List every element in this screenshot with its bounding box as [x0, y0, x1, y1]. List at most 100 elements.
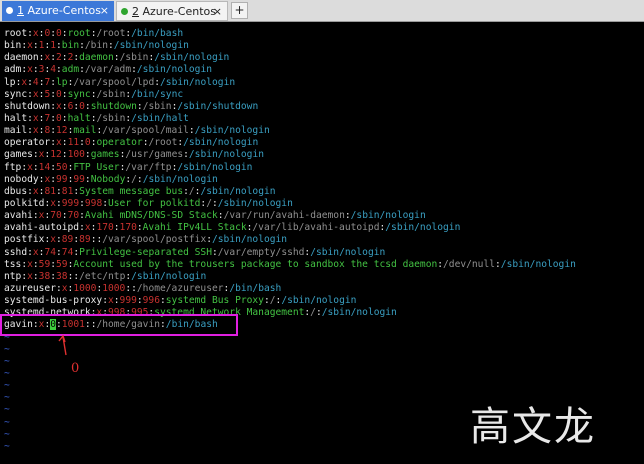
passwd-user: shutdown [4, 100, 51, 112]
passwd-home: /var/lib/avahi-autoipd [252, 222, 380, 234]
passwd-user: daemon [4, 52, 39, 64]
passwd-uid: 11 [67, 137, 80, 149]
passwd-gid: 170 [119, 222, 137, 234]
passwd-user: tss [4, 258, 22, 270]
passwd-uid: 170 [96, 222, 114, 234]
passwd-shell: /sbin/nologin [281, 295, 357, 307]
passwd-comment: root [67, 28, 91, 39]
passwd-gid: 50 [56, 161, 68, 173]
passwd-comment: mail [73, 125, 97, 137]
passwd-gid: 998 [84, 197, 103, 209]
passwd-user: nobody [4, 173, 39, 185]
passwd-comment: bin [61, 40, 80, 52]
passwd-comment: Account used by the trousers package to … [73, 258, 438, 270]
passwd-comment: daemon [79, 52, 114, 64]
passwd-user: bin [4, 40, 22, 52]
tab-azure-centos-2[interactable]: 2 Azure-Centos × [116, 1, 228, 21]
passwd-line: lp:x:4:7:lp:/var/spool/lpd:/sbin/nologin [4, 76, 236, 88]
passwd-line: tss:x:59:59:Account used by the trousers… [4, 258, 576, 270]
passwd-home: /home/azureuser [136, 282, 224, 294]
passwd-home: /dev/null [443, 258, 496, 270]
passwd-line: shutdown:x:6:0:shutdown:/sbin:/sbin/shut… [4, 100, 259, 112]
passwd-gid: 59 [56, 258, 68, 270]
tab-number: 1 [17, 4, 24, 17]
passwd-shell: /sbin/nologin [200, 185, 276, 197]
passwd-user: operator [4, 137, 51, 149]
empty-line-tilde: ~ [4, 355, 10, 367]
passwd-shell: /sbin/nologin [217, 197, 293, 209]
passwd-user: lp [4, 76, 16, 88]
passwd-shell: /bin/bash [131, 28, 184, 39]
passwd-line: dbus:x:81:81:System message bus:/:/sbin/… [4, 185, 276, 197]
tab-title: Azure-Centos [142, 5, 216, 18]
passwd-gid: 1000 [102, 282, 126, 294]
passwd-line: adm:x:3:4:adm:/var/adm:/sbin/nologin [4, 64, 212, 76]
passwd-line: mail:x:8:12:mail:/var/spool/mail:/sbin/n… [4, 125, 270, 137]
passwd-gid: 81 [61, 185, 74, 197]
passwd-shell: /sbin/nologin [500, 258, 576, 270]
passwd-home: /var/adm [84, 64, 132, 76]
passwd-line: ntp:x:38:38::/etc/ntp:/sbin/nologin [4, 270, 207, 282]
passwd-comment: sync [67, 88, 91, 100]
tab-azure-centos-1[interactable]: 1 Azure-Centos × [2, 1, 114, 21]
passwd-user: azureuser [4, 282, 56, 294]
empty-line-tilde: ~ [4, 343, 10, 355]
passwd-shell: /sbin/nologin [310, 246, 386, 258]
passwd-shell: /sbin/nologin [188, 149, 264, 161]
passwd-line: games:x:12:100:games:/usr/games:/sbin/no… [4, 149, 264, 161]
passwd-line: sync:x:5:0:sync:/sbin:/bin/sync [4, 88, 184, 100]
empty-line-tilde: ~ [4, 380, 10, 392]
passwd-shell: /sbin/nologin [385, 222, 461, 234]
passwd-shell: /sbin/nologin [321, 307, 397, 319]
passwd-comment: games [90, 149, 120, 161]
passwd-shell: /bin/bash [229, 282, 282, 294]
passwd-shell: /sbin/nologin [212, 234, 288, 246]
passwd-user: ftp [4, 161, 22, 173]
passwd-home: /bin [84, 40, 109, 52]
passwd-line: nobody:x:99:99:Nobody:/:/sbin/nologin [4, 173, 218, 185]
passwd-home: /var/ftp [125, 161, 172, 173]
passwd-uid: 12 [50, 149, 62, 161]
passwd-home: /root [148, 137, 178, 149]
passwd-line: azureuser:x:1000:1000::/home/azureuser:/… [4, 282, 282, 294]
passwd-uid: 1000 [73, 282, 97, 294]
passwd-user: dbus [4, 185, 28, 197]
passwd-comment: operator [96, 137, 143, 149]
passwd-shell: /sbin/nologin [183, 137, 259, 149]
passwd-user: ntp [4, 270, 22, 282]
passwd-uid: 14 [38, 161, 51, 173]
passwd-uid: 99 [56, 173, 68, 185]
passwd-line: avahi:x:70:70:Avahi mDNS/DNS-SD Stack:/v… [4, 210, 426, 222]
passwd-comment: adm [61, 64, 80, 76]
close-tab-icon[interactable]: × [100, 1, 109, 20]
passwd-uid: 59 [38, 258, 51, 270]
passwd-line: root:x:0:0:root:/root:/bin/bash [4, 28, 184, 39]
watermark: 高文龙 [470, 404, 596, 450]
passwd-user: root [4, 28, 28, 39]
close-tab-icon[interactable]: × [213, 2, 222, 20]
passwd-user: sync [4, 88, 28, 100]
passwd-shell: /bin/sync [131, 88, 184, 100]
passwd-line: systemd-bus-proxy:x:999:996:systemd Bus … [4, 295, 357, 307]
passwd-line: daemon:x:2:2:daemon:/sbin:/sbin/nologin [4, 52, 230, 64]
passwd-line: operator:x:11:0:operator:/root:/sbin/nol… [4, 137, 259, 149]
passwd-comment: User for polkitd [108, 197, 201, 209]
passwd-shell: /sbin/nologin [131, 270, 207, 282]
tab-bar: 1 Azure-Centos × 2 Azure-Centos × + [0, 0, 644, 22]
passwd-comment: lp [56, 76, 68, 88]
passwd-comment: halt [67, 112, 91, 124]
passwd-shell: /sbin/nologin [154, 52, 230, 64]
passwd-shell: /sbin/nologin [142, 173, 218, 185]
passwd-uid: 89 [61, 234, 74, 246]
status-dot-icon [6, 7, 13, 14]
passwd-gid: 38 [56, 270, 68, 282]
passwd-user: sshd [4, 246, 28, 258]
new-tab-button[interactable]: + [231, 2, 248, 19]
passwd-shell: /sbin/shutdown [177, 100, 259, 112]
passwd-user: adm [4, 64, 22, 76]
passwd-home: /var/spool/lpd [73, 76, 155, 88]
passwd-uid: 38 [38, 270, 51, 282]
tab-number: 2 [132, 5, 139, 18]
passwd-home: /var/empty/sshd [217, 246, 305, 258]
passwd-shell: /sbin/nologin [177, 161, 253, 173]
